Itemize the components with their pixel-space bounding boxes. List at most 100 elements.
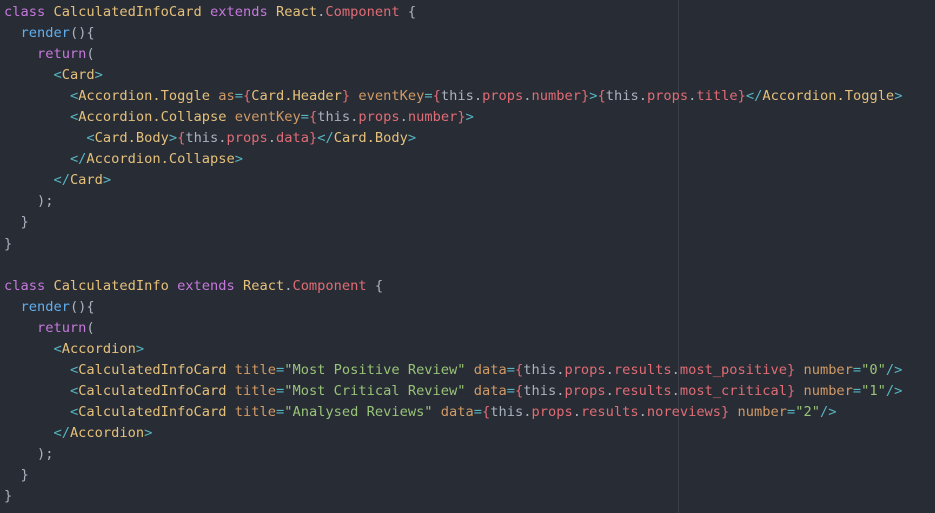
code-token: </ <box>745 88 763 105</box>
code-line[interactable] <box>4 255 902 276</box>
code-token: this <box>490 403 524 420</box>
code-line[interactable]: <CalculatedInfoCard title="Most Positive… <box>4 360 902 381</box>
code-token: extends <box>210 4 276 20</box>
code-token: . <box>671 361 680 378</box>
code-token: } <box>4 467 29 484</box>
code-token: </ <box>53 424 70 441</box>
code-token: < <box>69 109 79 126</box>
code-token: noreviews <box>646 403 722 420</box>
code-token: = <box>852 361 862 378</box>
code-token: Card.Body <box>94 130 169 147</box>
code-token: number <box>803 361 853 378</box>
code-token: . <box>218 130 227 147</box>
code-token: data <box>473 361 507 378</box>
code-token: eventKey <box>234 109 301 126</box>
code-token: number <box>407 109 458 126</box>
code-line[interactable]: } <box>4 212 902 233</box>
code-token: ); <box>4 193 54 210</box>
code-token: class <box>4 4 54 20</box>
code-line[interactable]: <CalculatedInfoCard title="Analysed Revi… <box>4 402 902 423</box>
code-token: "2" <box>795 403 820 420</box>
code-line[interactable]: </Accordion> <box>4 423 902 444</box>
code-line[interactable]: <Accordion.Collapse eventKey={this.props… <box>4 107 902 128</box>
code-token: . <box>605 382 614 399</box>
code-line[interactable]: } <box>4 486 902 507</box>
code-token: = <box>275 403 285 420</box>
code-token: props <box>646 88 689 105</box>
code-line[interactable]: ); <box>4 191 902 212</box>
code-token: React <box>243 277 285 294</box>
code-token: props <box>564 382 606 399</box>
code-token: results <box>580 403 639 420</box>
code-line[interactable]: render(){ <box>4 23 902 44</box>
code-token: "1" <box>861 382 886 399</box>
code-token: < <box>53 340 62 357</box>
code-token: { <box>366 277 384 294</box>
code-token: = <box>786 403 796 420</box>
code-token: most_critical <box>679 382 787 399</box>
code-token: . <box>523 88 532 105</box>
code-line[interactable]: class CalculatedInfo extends React.Compo… <box>4 276 902 297</box>
code-token: number <box>737 403 787 420</box>
code-token: = <box>424 88 433 105</box>
code-token: . <box>671 382 680 399</box>
code-line[interactable]: </Accordion.Collapse> <box>4 149 902 170</box>
code-token: props <box>531 403 573 420</box>
code-line[interactable]: } <box>4 465 902 486</box>
code-token: extends <box>177 277 243 294</box>
code-token: (){ <box>69 298 95 315</box>
code-token: this <box>605 88 639 105</box>
code-line[interactable]: </Card> <box>4 170 902 191</box>
code-line[interactable]: <Card> <box>4 65 902 86</box>
code-line[interactable]: <Accordion> <box>4 339 902 360</box>
code-token: > <box>135 340 145 357</box>
code-line[interactable]: class CalculatedInfoCard extends React.C… <box>4 2 902 23</box>
code-token: > <box>94 67 103 84</box>
code-token: </ <box>53 172 70 189</box>
code-token: Accordion.Collapse <box>86 151 235 168</box>
code-token: props <box>564 361 606 378</box>
code-token: = <box>300 109 309 126</box>
code-token: ); <box>4 445 54 462</box>
code-line[interactable]: <CalculatedInfoCard title="Most Critical… <box>4 381 902 402</box>
code-token: > <box>144 424 153 441</box>
code-token: = <box>852 382 862 399</box>
code-token: number <box>803 382 853 399</box>
code-token: title <box>696 88 738 105</box>
code-token: class <box>4 277 54 294</box>
code-line[interactable]: <Card.Body>{this.props.data}</Card.Body> <box>4 128 902 149</box>
code-token: /> <box>885 382 903 399</box>
code-token: = <box>506 382 515 399</box>
code-token: title <box>234 382 276 399</box>
code-token: /> <box>819 403 837 420</box>
code-line[interactable]: return( <box>4 44 902 65</box>
code-token: = <box>506 361 515 378</box>
code-token: > <box>168 130 178 147</box>
code-editor[interactable]: class CalculatedInfoCard extends React. C… <box>0 0 935 513</box>
code-line[interactable]: } <box>4 234 902 255</box>
code-line[interactable]: return( <box>4 318 902 339</box>
code-token: > <box>102 172 112 189</box>
code-token: "Analysed Reviews" <box>284 403 441 420</box>
code-line[interactable]: ); <box>4 444 902 465</box>
code-token: } <box>737 88 746 105</box>
code-token: Accordion.Collapse <box>78 109 235 126</box>
code-token: { <box>308 109 318 126</box>
code-token: CalculatedInfoCard <box>53 4 211 20</box>
code-token: React <box>275 4 318 20</box>
code-line[interactable]: <Accordion.Toggle as={Card.Header} event… <box>4 86 903 107</box>
code-area[interactable]: class CalculatedInfoCard extends React. C… <box>4 2 902 507</box>
code-token: data <box>440 403 474 420</box>
code-token: eventKey <box>358 88 425 105</box>
code-token: most_positive <box>679 361 787 378</box>
code-line[interactable]: render(){ <box>4 297 902 318</box>
code-token: = <box>275 382 285 399</box>
